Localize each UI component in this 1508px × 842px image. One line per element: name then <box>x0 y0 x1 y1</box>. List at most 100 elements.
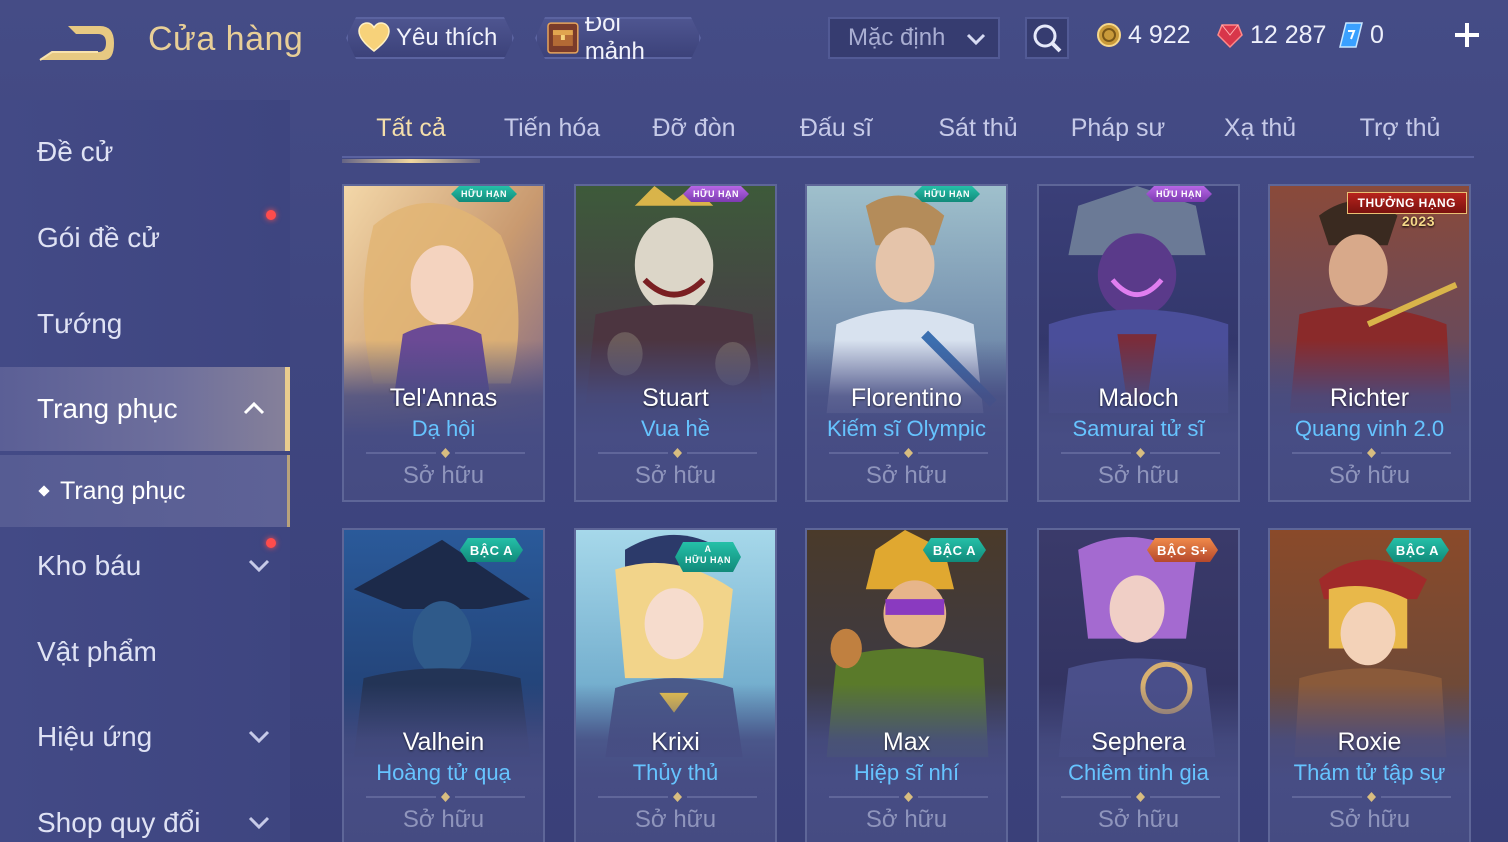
skin-grid: HỮU HẠN Tel'Annas Dạ hội Sở hữu HỮU HẠN … <box>342 184 1474 842</box>
skin-name: Thủy thủ <box>632 760 719 785</box>
skin-card[interactable]: HỮU HẠN Florentino Kiếm sĩ Olympic Sở hữ… <box>805 184 1008 502</box>
back-arrow-icon[interactable] <box>34 20 120 66</box>
skin-card[interactable]: THƯỞNG HẠNG 2023 Richter Quang vinh 2.0 … <box>1268 184 1471 502</box>
ornament-divider <box>598 792 757 802</box>
sidebar: Đề cử Gói đề cử Tướng Trang phục Trang p… <box>0 100 290 842</box>
tab-assassin[interactable]: Sát thủ <box>908 114 1048 154</box>
ruby-amount: 12 287 <box>1250 20 1327 49</box>
chevron-down-icon <box>248 816 270 830</box>
limited-label: HỮU HẠN <box>685 555 731 565</box>
exchange-fragments-button[interactable]: Đổi mảnh <box>535 17 701 59</box>
owned-status: Sở hữu <box>634 462 717 489</box>
limited-badge: HỮU HẠN <box>683 186 749 202</box>
tier-badge: BẬC A <box>1386 538 1449 562</box>
sidebar-item-label: Kho báu <box>37 550 142 581</box>
tab-support[interactable]: Trợ thủ <box>1330 114 1470 154</box>
voucher-balance: 0 <box>1338 18 1384 52</box>
chevron-down-icon <box>966 33 986 46</box>
tab-marksman[interactable]: Xạ thủ <box>1190 114 1330 154</box>
active-tab-indicator <box>342 159 480 163</box>
ruby-gem-icon <box>1217 24 1243 49</box>
sidebar-item-exchange-shop[interactable]: Shop quy đổi <box>0 781 290 842</box>
sidebar-item-recommended-packs[interactable]: Gói đề cử <box>0 196 290 280</box>
hero-name: Maloch <box>1098 384 1179 412</box>
plus-icon[interactable] <box>1452 20 1482 50</box>
shop-screen: Cửa hàng Yêu thích Đổi mảnh Mặc định 4 9… <box>0 0 1508 842</box>
skin-card[interactable]: BẬC A Roxie Thám tử tập sự Sở hữu <box>1268 528 1471 842</box>
tier-label: A <box>704 544 712 554</box>
favorites-button[interactable]: Yêu thích <box>346 17 514 59</box>
skin-card[interactable]: A HỮU HẠN Krixi Thủy thủ Sở hữu <box>574 528 777 842</box>
chevron-down-icon <box>248 559 270 573</box>
tab-label: Đỡ đòn <box>652 114 736 142</box>
sidebar-subitem-skins[interactable]: Trang phục <box>0 455 290 527</box>
owned-status: Sở hữu <box>1097 462 1180 489</box>
voucher-amount: 0 <box>1370 20 1384 49</box>
sidebar-item-treasure[interactable]: Kho báu <box>0 524 290 608</box>
sidebar-item-recommended[interactable]: Đề cử <box>0 110 290 194</box>
exchange-label: Đổi mảnh <box>584 10 645 65</box>
gold-balance: 4 922 <box>1096 18 1191 52</box>
sidebar-item-effects[interactable]: Hiệu ứng <box>0 695 290 779</box>
page-title: Cửa hàng <box>148 20 304 58</box>
ornament-divider <box>1292 448 1451 458</box>
tab-label: Xạ thủ <box>1223 114 1297 142</box>
tab-label: Đấu sĩ <box>799 114 873 142</box>
sort-value: Mặc định <box>848 24 946 51</box>
tab-evolution[interactable]: Tiến hóa <box>482 114 622 154</box>
tab-label: Sát thủ <box>938 114 1018 142</box>
tab-tank[interactable]: Đỡ đòn <box>624 114 764 154</box>
skin-card[interactable]: BẬC A Valhein Hoàng tử quạ Sở hữu <box>342 528 545 842</box>
tier-badge: BẬC A <box>923 538 986 562</box>
ornament-divider <box>1292 792 1451 802</box>
owned-status: Sở hữu <box>1097 806 1180 833</box>
tab-fighter[interactable]: Đấu sĩ <box>766 114 906 154</box>
hero-name: Florentino <box>850 384 963 412</box>
tab-all[interactable]: Tất cả <box>342 114 480 163</box>
tab-label: Trợ thủ <box>1359 114 1441 142</box>
skin-card[interactable]: HỮU HẠN Maloch Samurai tử sĩ Sở hữu <box>1037 184 1240 502</box>
limited-badge: HỮU HẠN <box>914 186 980 202</box>
notification-dot <box>266 538 276 548</box>
sidebar-item-heroes[interactable]: Tướng <box>0 282 290 366</box>
tier-badge: A HỮU HẠN <box>675 542 741 572</box>
ruby-balance: 12 287 <box>1216 18 1326 52</box>
sidebar-subitem-label: Trang phục <box>60 476 186 505</box>
skin-card[interactable]: HỮU HẠN Stuart Vua hề Sở hữu <box>574 184 777 502</box>
tab-mage[interactable]: Pháp sư <box>1048 114 1188 154</box>
sidebar-item-label: Vật phẩm <box>37 636 157 667</box>
favorites-label: Yêu thích <box>396 24 498 51</box>
sidebar-item-items[interactable]: Vật phẩm <box>0 610 290 694</box>
ornament-divider <box>598 448 757 458</box>
sidebar-item-skins[interactable]: Trang phục <box>0 367 290 451</box>
skin-name: Hoàng tử quạ <box>376 760 511 785</box>
search-button[interactable] <box>1025 17 1069 59</box>
skin-name: Vua hề <box>641 416 710 441</box>
limited-badge: HỮU HẠN <box>1146 186 1212 202</box>
ornament-divider <box>1061 792 1220 802</box>
limited-badge: HỮU HẠN <box>451 186 517 202</box>
skin-card[interactable]: BẬC S+ Sephera Chiêm tinh gia Sở hữu <box>1037 528 1240 842</box>
skin-name: Thám tử tập sự <box>1293 760 1446 785</box>
skin-name: Chiêm tinh gia <box>1068 760 1209 785</box>
sidebar-item-label: Hiệu ứng <box>37 721 153 752</box>
hero-name: Valhein <box>402 728 485 756</box>
notification-dot <box>266 210 276 220</box>
sidebar-item-label: Tướng <box>37 308 123 339</box>
gold-coin-icon <box>1097 23 1121 47</box>
skin-name: Quang vinh 2.0 <box>1294 416 1445 441</box>
owned-status: Sở hữu <box>402 462 485 489</box>
skin-card[interactable]: BẬC A Max Hiệp sĩ nhí Sở hữu <box>805 528 1008 842</box>
ranked-reward-badge: THƯỞNG HẠNG <box>1346 192 1467 214</box>
hero-name: Max <box>882 728 931 756</box>
owned-status: Sở hữu <box>865 462 948 489</box>
chevron-up-icon <box>243 401 265 415</box>
voucher-icon <box>1339 22 1363 48</box>
chevron-down-icon <box>248 730 270 744</box>
hero-name: Richter <box>1329 384 1410 412</box>
hero-name: Roxie <box>1337 728 1402 756</box>
skin-card[interactable]: HỮU HẠN Tel'Annas Dạ hội Sở hữu <box>342 184 545 502</box>
hero-name: Stuart <box>642 384 709 412</box>
tier-badge: BẬC S+ <box>1147 538 1218 562</box>
sort-dropdown[interactable]: Mặc định <box>828 17 1000 59</box>
